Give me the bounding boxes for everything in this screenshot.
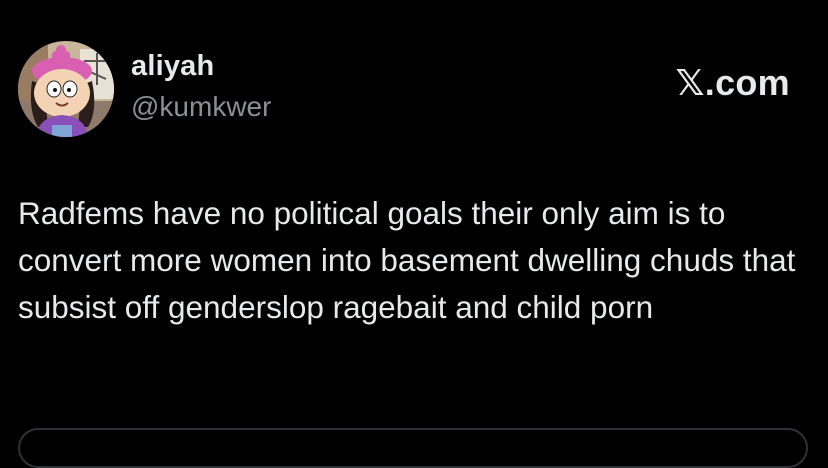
tweet-card: aliyah @kumkwer 𝕏.com Radfems have no po… — [0, 0, 828, 468]
cartoon-avatar-icon — [18, 41, 114, 137]
quoted-media-card[interactable] — [18, 428, 808, 468]
x-logo-icon: 𝕏.com — [675, 62, 790, 103]
display-name[interactable]: aliyah — [131, 50, 214, 83]
user-handle[interactable]: @kumkwer — [131, 91, 271, 123]
avatar[interactable] — [18, 41, 114, 137]
tweet-text: Radfems have no political goals their on… — [18, 195, 796, 325]
